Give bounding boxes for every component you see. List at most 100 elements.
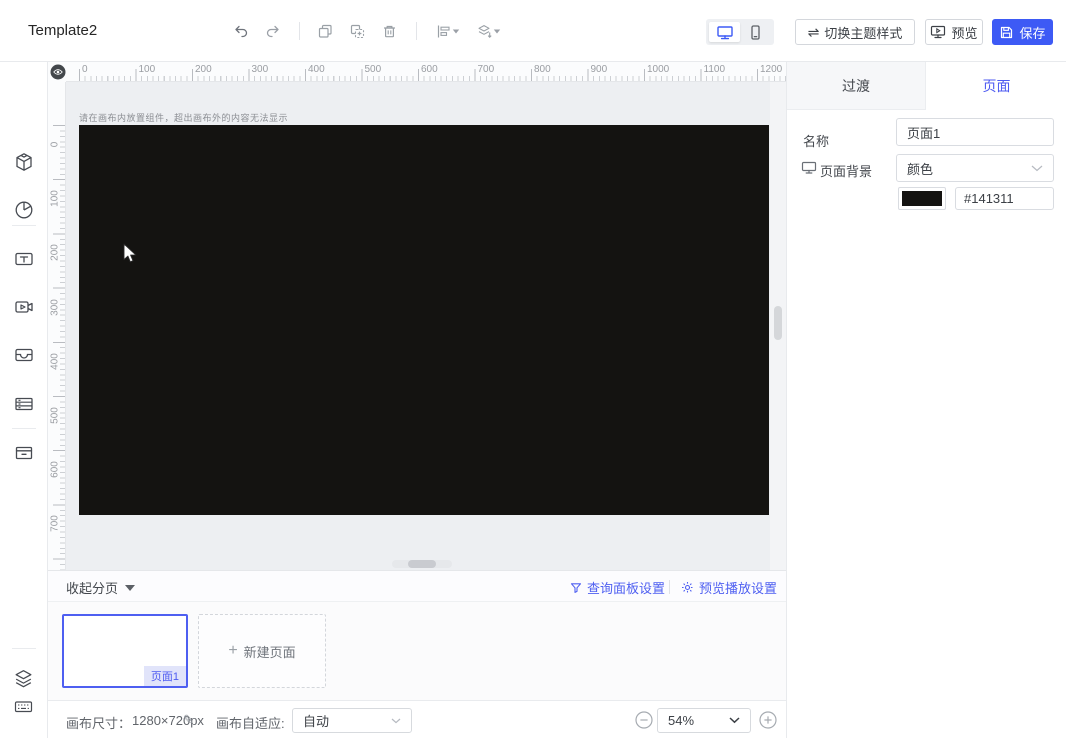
playback-settings-label: 预览播放设置 bbox=[699, 578, 777, 597]
horizontal-scrollbar-thumb[interactable] bbox=[408, 560, 436, 568]
canvas-fit-value: 自动 bbox=[303, 711, 329, 730]
ruler-number: 800 bbox=[534, 64, 551, 75]
trash-icon bbox=[381, 23, 398, 40]
sidebar-item-shortcuts[interactable] bbox=[13, 696, 35, 718]
undo-button[interactable] bbox=[232, 22, 250, 40]
save-label: 保存 bbox=[1019, 23, 1045, 42]
caret-down-icon bbox=[125, 585, 135, 591]
edit-size-icon[interactable]: ✎ bbox=[183, 712, 194, 728]
switch-icon: ⇌ bbox=[808, 25, 820, 39]
switch-theme-button[interactable]: ⇌ 切换主题样式 bbox=[795, 19, 915, 45]
inspector-panel: 过渡 页面 名称 页面1 页面背景 颜色 #141311 bbox=[786, 62, 1066, 738]
app-window: Template2 bbox=[0, 0, 1066, 738]
cube-icon bbox=[13, 151, 35, 173]
sidebar-item-media[interactable] bbox=[13, 296, 35, 318]
canvas-size-label: 画布尺寸： bbox=[66, 713, 131, 732]
delete-button[interactable] bbox=[380, 22, 398, 40]
zoom-out-button[interactable] bbox=[634, 710, 654, 730]
toggle-guides-button[interactable] bbox=[50, 64, 66, 80]
save-icon bbox=[999, 25, 1014, 40]
preview-label: 预览 bbox=[951, 23, 977, 42]
background-type-value: 颜色 bbox=[907, 159, 933, 178]
ruler-number: 600 bbox=[421, 64, 438, 75]
sidebar-item-charts[interactable] bbox=[13, 199, 35, 221]
zoom-level-value: 54% bbox=[668, 713, 694, 728]
desktop-mode-button[interactable] bbox=[709, 22, 740, 42]
ruler-left: 0100200300400500600700800 bbox=[48, 82, 66, 570]
eye-icon bbox=[50, 64, 66, 80]
status-bar: 画布尺寸： 1280×720px ✎ 画布自适应: 自动 54% bbox=[48, 700, 786, 738]
pages-panel-header: 收起分页 查询面板设置 预览播放设置 bbox=[48, 571, 786, 602]
align-dropdown-button[interactable] bbox=[432, 22, 462, 40]
ruler-number: 400 bbox=[308, 64, 325, 75]
project-title: Template2 bbox=[28, 22, 97, 39]
background-color-swatch[interactable] bbox=[898, 187, 946, 210]
ruler-number: 500 bbox=[50, 394, 61, 438]
links-separator bbox=[669, 580, 670, 594]
archive-box-icon bbox=[13, 442, 35, 464]
paste-button[interactable] bbox=[348, 22, 366, 40]
inbox-icon bbox=[13, 344, 35, 366]
ruler-number: 200 bbox=[195, 64, 212, 75]
preview-button[interactable]: 预览 bbox=[925, 19, 983, 45]
minus-circle-icon bbox=[634, 710, 654, 730]
chevron-down-icon bbox=[729, 717, 740, 724]
sidebar-item-text[interactable] bbox=[13, 248, 35, 270]
monitor-small-icon bbox=[801, 161, 817, 175]
canvas-fit-select[interactable]: 自动 bbox=[292, 708, 412, 733]
copy-button[interactable] bbox=[316, 22, 334, 40]
tab-transition[interactable]: 过渡 bbox=[787, 62, 926, 110]
zoom-level-select[interactable]: 54% bbox=[657, 708, 751, 733]
redo-button[interactable] bbox=[264, 22, 282, 40]
sidebar-item-container[interactable] bbox=[13, 344, 35, 366]
background-color-input[interactable]: #141311 bbox=[955, 187, 1054, 210]
collapse-pages-button[interactable]: 收起分页 bbox=[66, 578, 135, 597]
paste-icon bbox=[349, 23, 366, 40]
pie-chart-icon bbox=[13, 199, 35, 221]
color-swatch-fill bbox=[902, 191, 942, 206]
sidebar-item-table[interactable] bbox=[13, 393, 35, 415]
page-background-label: 页面背景 bbox=[820, 161, 872, 180]
layer-order-dropdown-button[interactable] bbox=[472, 22, 504, 40]
sidebar-divider bbox=[12, 428, 36, 429]
top-toolbar: Template2 bbox=[0, 0, 1066, 62]
desktop-icon bbox=[716, 24, 734, 41]
copy-icon bbox=[317, 23, 334, 40]
ruler-number: 1100 bbox=[704, 64, 726, 75]
mobile-mode-button[interactable] bbox=[740, 22, 771, 42]
keyboard-icon bbox=[13, 696, 34, 717]
ruler-number: 0 bbox=[82, 64, 88, 75]
chevron-down-icon bbox=[452, 29, 458, 33]
new-page-button[interactable]: + 新建页面 bbox=[198, 614, 326, 688]
tab-page[interactable]: 页面 bbox=[926, 62, 1066, 110]
redo-icon bbox=[264, 22, 282, 40]
mobile-icon bbox=[747, 24, 764, 41]
sidebar-item-layers[interactable] bbox=[13, 668, 35, 690]
gear-icon bbox=[681, 581, 694, 594]
page-thumbnail[interactable]: 页面1 bbox=[62, 614, 188, 688]
page-thumbnail-label: 页面1 bbox=[144, 666, 186, 686]
vertical-scrollbar-thumb[interactable] bbox=[774, 306, 782, 340]
name-label: 名称 bbox=[803, 131, 829, 150]
page-name-input[interactable]: 页面1 bbox=[896, 118, 1054, 146]
ruler-number: 700 bbox=[50, 502, 61, 546]
ruler-number: 200 bbox=[50, 231, 61, 275]
zoom-in-button[interactable] bbox=[758, 710, 778, 730]
canvas-hint: 请在画布内放置组件，超出画布外的内容无法显示 bbox=[79, 111, 288, 124]
save-button[interactable]: 保存 bbox=[992, 19, 1053, 45]
ruler-number: 600 bbox=[50, 448, 61, 492]
ruler-number: 500 bbox=[365, 64, 382, 75]
page-canvas[interactable] bbox=[79, 125, 769, 515]
chevron-down-icon bbox=[391, 718, 401, 724]
mouse-cursor bbox=[123, 243, 138, 264]
playback-settings-link[interactable]: 预览播放设置 bbox=[681, 578, 777, 597]
background-type-select[interactable]: 颜色 bbox=[896, 154, 1054, 182]
sidebar-item-components-3d[interactable] bbox=[13, 151, 35, 173]
sidebar-item-box[interactable] bbox=[13, 442, 35, 464]
layers-icon bbox=[13, 668, 34, 689]
query-panel-settings-link[interactable]: 查询面板设置 bbox=[570, 578, 665, 597]
sidebar-divider bbox=[12, 648, 36, 649]
ruler-number: 300 bbox=[50, 285, 61, 329]
plus-circle-icon bbox=[758, 710, 778, 730]
component-sidebar bbox=[0, 62, 48, 738]
